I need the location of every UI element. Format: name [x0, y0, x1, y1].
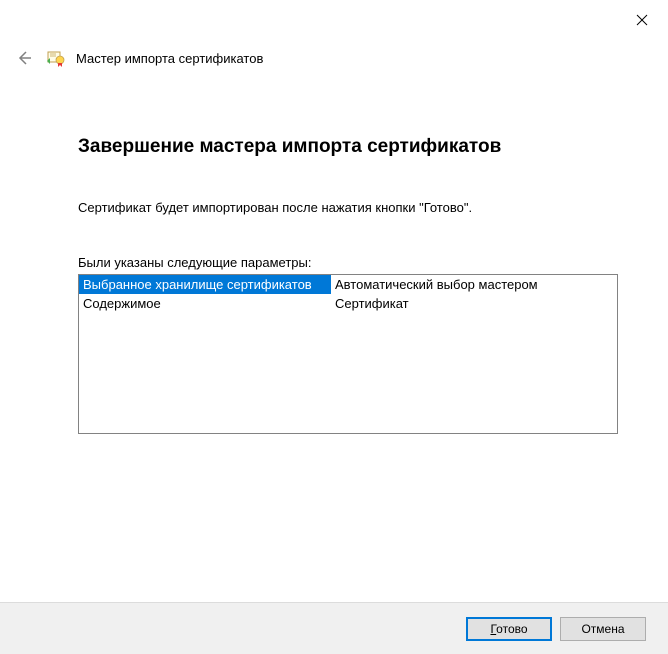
certificate-icon	[46, 48, 66, 68]
params-listbox[interactable]: Выбранное хранилище сертификатовАвтомати…	[78, 274, 618, 434]
finish-button[interactable]: Готово	[466, 617, 552, 641]
table-row[interactable]: Выбранное хранилище сертификатовАвтомати…	[79, 275, 617, 294]
params-label: Были указаны следующие параметры:	[78, 255, 620, 270]
wizard-header: Мастер импорта сертификатов	[12, 46, 263, 70]
dialog-footer: Готово Отмена	[0, 602, 668, 654]
description-text: Сертификат будет импортирован после нажа…	[78, 200, 620, 215]
param-key: Содержимое	[79, 294, 331, 313]
page-heading: Завершение мастера импорта сертификатов	[78, 136, 620, 158]
cancel-button[interactable]: Отмена	[560, 617, 646, 641]
close-button[interactable]	[634, 12, 650, 28]
wizard-title: Мастер импорта сертификатов	[76, 51, 263, 66]
back-button[interactable]	[12, 46, 36, 70]
param-value: Сертификат	[331, 294, 617, 313]
param-key: Выбранное хранилище сертификатов	[79, 275, 331, 294]
param-value: Автоматический выбор мастером	[331, 275, 617, 294]
params-table: Выбранное хранилище сертификатовАвтомати…	[79, 275, 617, 313]
table-row[interactable]: СодержимоеСертификат	[79, 294, 617, 313]
close-icon	[636, 14, 648, 26]
arrow-left-icon	[16, 50, 32, 66]
